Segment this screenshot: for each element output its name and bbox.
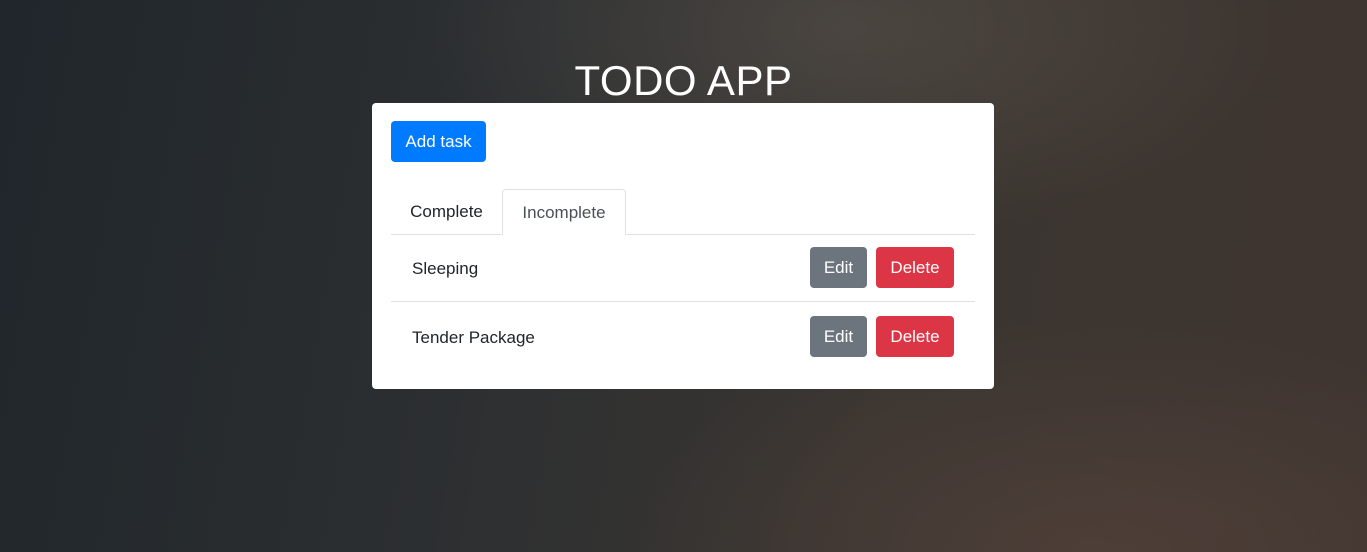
todo-card: Add task Complete Incomplete Sleeping Ed…: [372, 103, 994, 389]
page-title: TODO APP: [574, 57, 793, 105]
tab-complete[interactable]: Complete: [391, 189, 502, 233]
task-tabs: Complete Incomplete: [391, 189, 975, 235]
task-name: Sleeping: [412, 259, 479, 278]
edit-button[interactable]: Edit: [810, 316, 867, 357]
delete-button[interactable]: Delete: [876, 316, 954, 357]
edit-button[interactable]: Edit: [810, 247, 867, 288]
task-row: Sleeping Edit Delete: [391, 234, 975, 302]
add-task-button[interactable]: Add task: [391, 121, 486, 162]
task-name: Tender Package: [412, 328, 535, 347]
task-row: Tender Package Edit Delete: [391, 303, 975, 371]
delete-button[interactable]: Delete: [876, 247, 954, 288]
tab-incomplete[interactable]: Incomplete: [502, 189, 626, 235]
